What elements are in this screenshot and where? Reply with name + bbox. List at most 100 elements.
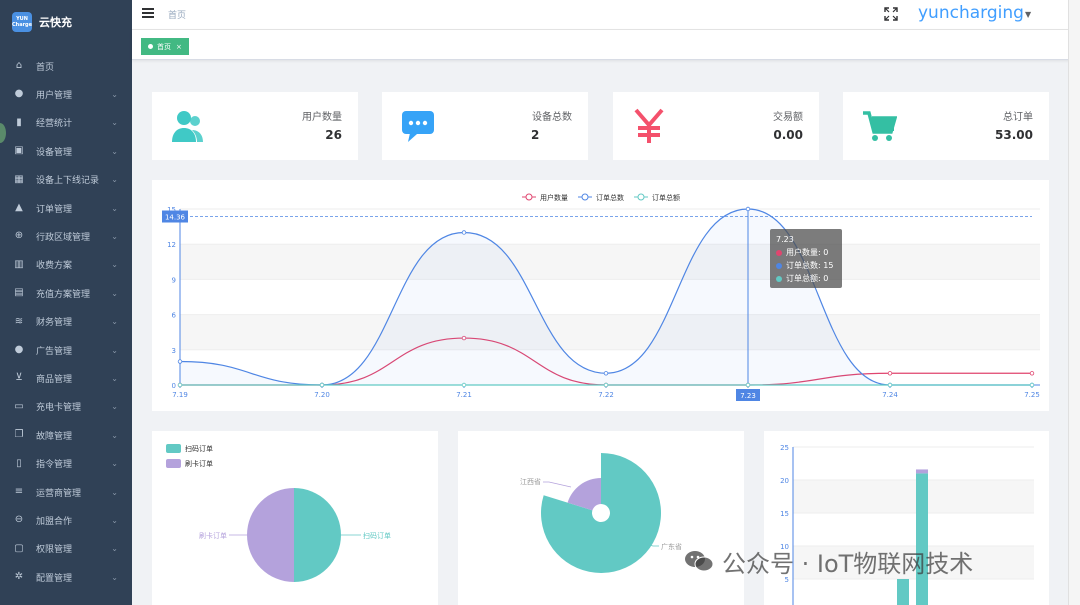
chevron-down-icon: ⌄ [111, 89, 118, 99]
line-chart[interactable]: 036912157.197.207.217.227.237.247.2514.3… [152, 180, 1049, 411]
sidebar-item-label: 指令管理 [36, 460, 73, 471]
sidebar-item-label: 故障管理 [36, 431, 73, 442]
chevron-down-icon: ⌄ [111, 345, 118, 355]
tooltip-row-text: 订单总数: 15 [786, 261, 834, 270]
grid-band [180, 314, 1040, 350]
sidebar-item-10[interactable]: ● 广告管理 ⌄ [0, 336, 132, 364]
lock-icon: ▢ [14, 542, 24, 554]
breadcrumb[interactable]: 首页 [168, 8, 186, 21]
sidebar-item-label: 加盟合作 [36, 516, 73, 527]
stat-value: 53.00 [995, 128, 1033, 142]
pie-slice-1 [247, 488, 294, 582]
bar-1-seg-1 [916, 469, 928, 474]
yen-icon [634, 108, 664, 143]
legend-swatch [166, 444, 181, 453]
sidebar-item-0[interactable]: ⌂ 首页 [0, 52, 132, 80]
watermark-text: 公众号 · IoT物联网技术 [722, 549, 974, 578]
stat-value: 26 [325, 128, 342, 142]
pie-label: 江西省 [520, 477, 541, 486]
x-tick-label: 7.22 [598, 391, 614, 399]
caret-down-icon[interactable]: ▼ [1025, 10, 1031, 19]
bag-icon: ▲ [15, 202, 23, 213]
bar-chart-panel: 5 10 15 20 25 [764, 431, 1049, 605]
message-icon [402, 111, 434, 142]
y-tick-label: 12 [167, 241, 176, 249]
doc-icon: ▯ [16, 457, 22, 469]
y-tick-label: 3 [172, 347, 176, 355]
legend-marker [637, 193, 645, 201]
page-scrollbar[interactable] [1068, 0, 1080, 605]
x-tick-label: 7.21 [456, 391, 472, 399]
stat-label: 交易额 [773, 112, 803, 123]
sidebar-item-5[interactable]: ▲ 订单管理 ⌄ [0, 194, 132, 222]
fullscreen-icon[interactable] [884, 7, 898, 21]
series-point [319, 382, 325, 388]
copy-icon: ❐ [14, 429, 24, 441]
database-icon: ≋ [14, 315, 24, 327]
book-icon: ▥ [14, 258, 24, 270]
x-tick-label: 7.24 [882, 391, 898, 399]
sidebar-item-4[interactable]: ▦ 设备上下线记录 ⌄ [0, 166, 132, 194]
brand-name: 云快充 [39, 16, 72, 29]
sidebar-item-2[interactable]: ▮ 经营统计 ⌄ [0, 109, 132, 137]
legend-label: 刷卡订单 [185, 459, 213, 468]
sidebar-item-1[interactable]: ● 用户管理 ⌄ [0, 80, 132, 108]
sidebar-item-label: 权限管理 [36, 545, 73, 556]
sidebar-item-11[interactable]: ⊻ 商品管理 ⌄ [0, 364, 132, 392]
chevron-down-icon: ⌄ [111, 288, 118, 298]
chevron-down-icon: ⌄ [111, 572, 118, 582]
wechat-icon [685, 551, 714, 572]
y-tick-label: 6 [172, 312, 177, 320]
home-icon: ⌂ [15, 60, 23, 71]
settings-icon: ✲ [14, 571, 24, 583]
sidebar-item-13[interactable]: ❐ 故障管理 ⌄ [0, 421, 132, 449]
bar-0-seg-0 [897, 579, 909, 605]
bar-chart-icon: ▮ [16, 116, 22, 128]
sidebar-item-label: 广告管理 [36, 346, 73, 357]
list-icon: ≡ [14, 486, 24, 497]
sidebar-item-12[interactable]: ▭ 充电卡管理 ⌄ [0, 393, 132, 421]
order-type-pie[interactable]: 扫码订单刷卡订单扫码订单刷卡订单 [152, 431, 438, 605]
sidebar-item-6[interactable]: ⊕ 行政区域管理 ⌄ [0, 222, 132, 250]
folder-icon: ▭ [14, 400, 24, 412]
y-tick-label: 9 [172, 276, 176, 284]
chevron-down-icon: ⌄ [111, 459, 118, 469]
sidebar-item-14[interactable]: ▯ 指令管理 ⌄ [0, 450, 132, 478]
sidebar-item-3[interactable]: ▣ 设备管理 ⌄ [0, 137, 132, 165]
legend-label: 订单总额 [652, 193, 680, 202]
close-icon[interactable]: × [176, 43, 182, 51]
user-menu[interactable]: yuncharging [918, 3, 1024, 23]
tooltip-title: 7.23 [776, 235, 794, 244]
axis-pointer-label: 7.23 [740, 392, 756, 400]
bar-chart[interactable]: 510152025 [764, 431, 1049, 605]
sidebar-item-label: 订单管理 [36, 204, 73, 215]
sidebar-item-17[interactable]: ▢ 权限管理 ⌄ [0, 535, 132, 563]
stat-card-devices[interactable]: 设备总数 2 [382, 92, 588, 160]
sidebar-item-label: 设备管理 [36, 147, 73, 158]
sidebar-item-9[interactable]: ≋ 财务管理 ⌄ [0, 308, 132, 336]
chevron-down-icon: ⌄ [111, 373, 118, 383]
sidebar-item-7[interactable]: ▥ 收费方案 ⌄ [0, 251, 132, 279]
brand-logo: YUN Charge [12, 12, 32, 32]
stat-card-orders[interactable]: 总订单 53.00 [843, 92, 1049, 160]
series-point [887, 371, 893, 376]
brand[interactable]: YUN Charge 云快充 [0, 0, 132, 44]
link-icon: ⊖ [14, 514, 24, 526]
sidebar-item-8[interactable]: ▤ 充值方案管理 ⌄ [0, 279, 132, 307]
chevron-down-icon: ⌄ [111, 118, 118, 128]
stat-card-revenue[interactable]: 交易额 0.00 [613, 92, 819, 160]
tag-home[interactable]: 首页 × [141, 38, 189, 55]
sidebar-item-18[interactable]: ✲ 配置管理 ⌄ [0, 563, 132, 591]
calendar-icon: ▦ [14, 173, 24, 185]
tooltip-row: 订单总额: 0 [776, 272, 836, 285]
plus-circle-icon: ⊕ [14, 230, 24, 242]
region-pie[interactable]: 江西省广东省 [458, 431, 744, 605]
stat-card-users[interactable]: 用户数量 26 [152, 92, 358, 160]
chevron-down-icon: ⌄ [111, 317, 118, 327]
sidebar-item-16[interactable]: ⊖ 加盟合作 ⌄ [0, 506, 132, 534]
sidebar-item-label: 配置管理 [36, 573, 73, 584]
series-point [461, 382, 467, 388]
hamburger-icon[interactable] [142, 8, 154, 18]
device-icon: ▣ [14, 145, 24, 157]
sidebar-item-15[interactable]: ≡ 运营商管理 ⌄ [0, 478, 132, 506]
